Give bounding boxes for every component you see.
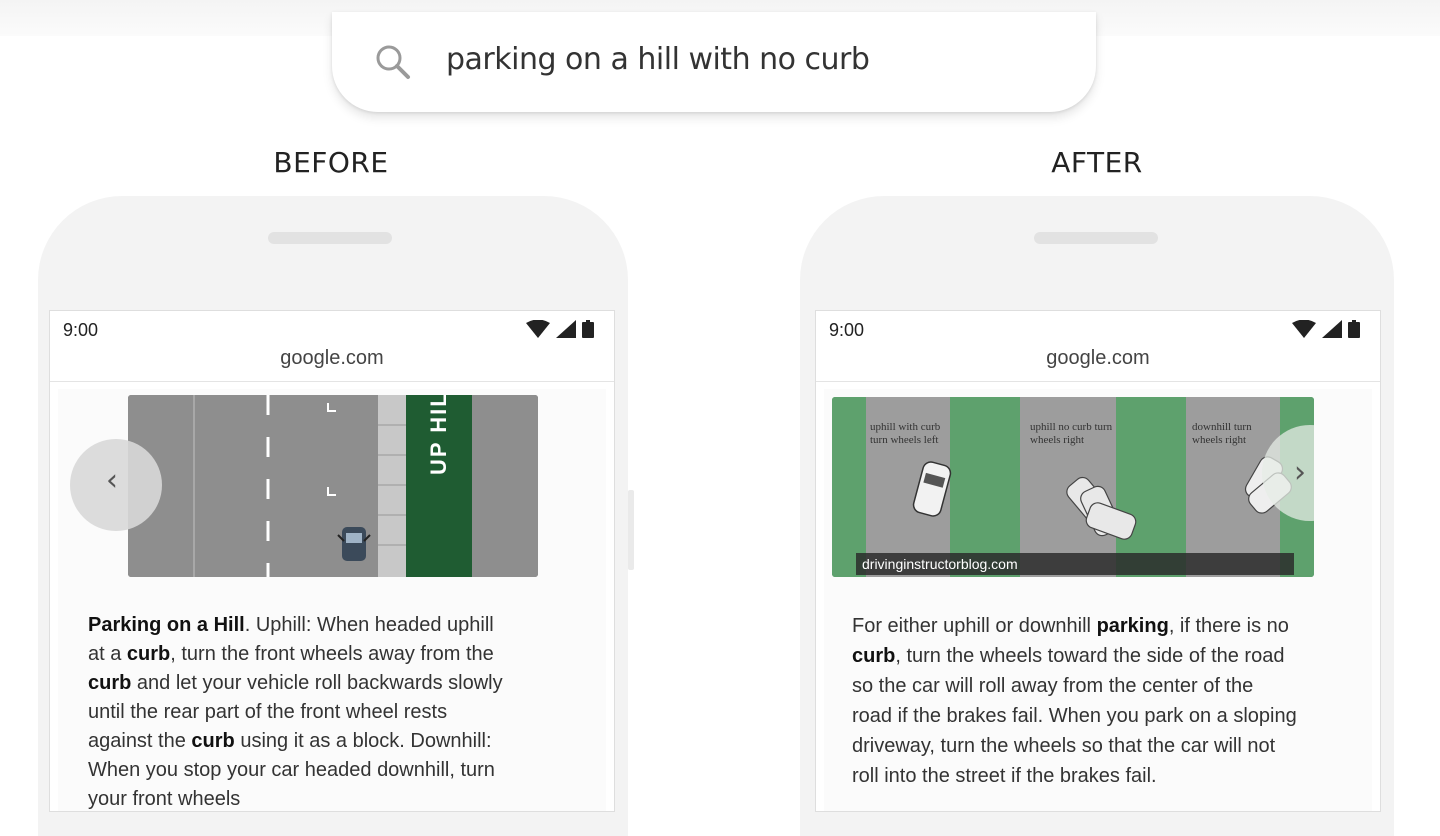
snippet-text: , if there is no	[1168, 615, 1289, 637]
snippet-keyword: curb	[126, 643, 171, 665]
after-screen: 9:00 google.com uphill with curb turn wh…	[815, 310, 1381, 812]
status-time: 9:00	[63, 320, 99, 340]
before-phone-speaker	[268, 232, 392, 244]
before-phone-side-button	[628, 490, 634, 570]
status-time: 9:00	[829, 320, 865, 340]
after-snippet: For either uphill or downhill parking, i…	[852, 611, 1298, 791]
snippet-text: , turn the front wheels away from the	[170, 643, 494, 665]
before-screen: 9:00 google.com UP HILL ‹ Parking on a H…	[49, 310, 615, 812]
battery-icon	[1348, 320, 1360, 338]
signal-icon	[1322, 320, 1342, 338]
after-status-bar: 9:00	[816, 311, 1380, 347]
chevron-left-icon[interactable]: ‹	[106, 463, 118, 498]
wifi-icon	[1292, 320, 1316, 338]
snippet-keyword: curb	[191, 730, 235, 752]
before-label: BEFORE	[273, 146, 389, 179]
road-diagram	[128, 395, 538, 577]
search-query[interactable]: parking on a hill with no curb	[446, 42, 870, 77]
before-status-bar: 9:00	[50, 311, 614, 347]
battery-icon	[582, 320, 594, 338]
snippet-title: Parking on a Hill	[88, 614, 245, 636]
before-result-image[interactable]: UP HILL	[128, 395, 538, 577]
before-result-card: UP HILL ‹ Parking on a Hill. Uphill: Whe…	[58, 389, 606, 811]
after-label: AFTER	[1051, 146, 1143, 179]
signal-icon	[556, 320, 576, 338]
divider	[50, 381, 614, 382]
snippet-text: , turn the wheels toward the side of the…	[852, 645, 1297, 787]
image-panel-label: uphill with curb turn wheels left	[870, 421, 941, 446]
after-phone-speaker	[1034, 232, 1158, 244]
snippet-keyword: parking	[1096, 615, 1169, 637]
divider	[816, 381, 1380, 382]
wifi-icon	[526, 320, 550, 338]
snippet-keyword: curb	[88, 672, 132, 694]
up-hill-sign: UP HILL	[426, 395, 451, 475]
image-panel-label: downhill turn wheels right	[1192, 421, 1252, 446]
url-bar[interactable]: google.com	[816, 347, 1380, 370]
url-bar[interactable]: google.com	[50, 347, 614, 370]
image-source-caption: drivinginstructorblog.com	[856, 553, 1294, 575]
before-snippet: Parking on a Hill. Uphill: When headed u…	[88, 611, 508, 811]
after-result-image[interactable]: uphill with curb turn wheels left uphill…	[832, 397, 1314, 577]
chevron-right-icon[interactable]: ›	[1294, 455, 1306, 490]
search-icon	[376, 45, 410, 79]
after-result-card: uphill with curb turn wheels left uphill…	[824, 389, 1372, 811]
snippet-keyword: curb	[852, 645, 896, 667]
snippet-text: For either uphill or downhill	[852, 615, 1097, 637]
image-panel-label: uphill no curb turn wheels right	[1030, 421, 1113, 446]
